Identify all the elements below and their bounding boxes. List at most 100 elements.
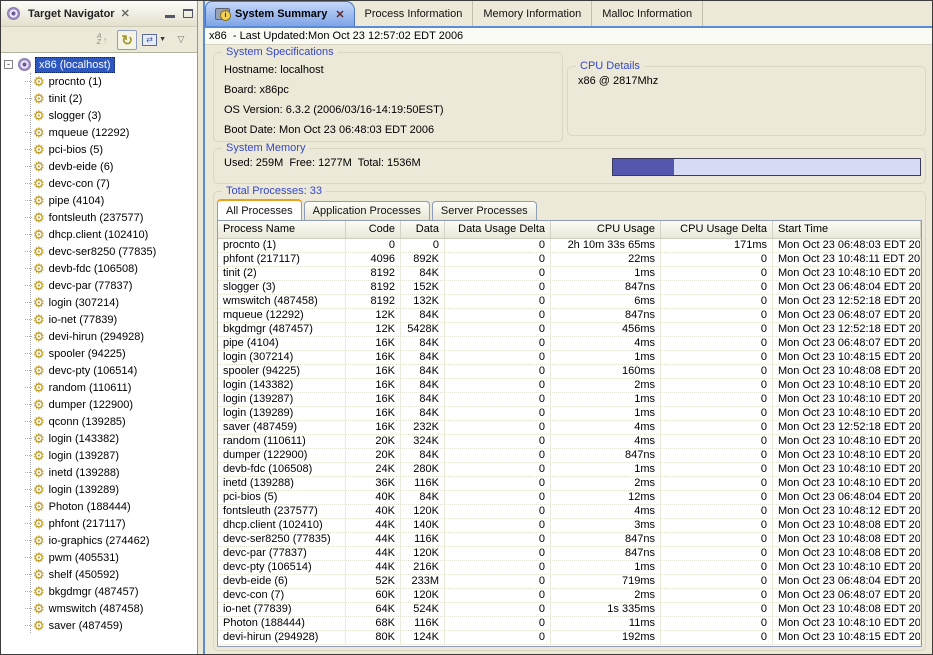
table-row[interactable]: inetd (139288)36K116K02ms0Mon Oct 23 10:… xyxy=(218,477,921,491)
table-cell: 0 xyxy=(661,575,773,588)
table-row[interactable]: devb-fdc (106508)24K280K01ms0Mon Oct 23 … xyxy=(218,463,921,477)
table-row[interactable]: random (110611)20K324K04ms0Mon Oct 23 10… xyxy=(218,435,921,449)
tree-item[interactable]: ⚙pwm (405531) xyxy=(1,549,197,566)
maximize-icon[interactable] xyxy=(183,9,193,18)
sort-button[interactable]: A Z ↑ xyxy=(92,30,112,50)
editor-tab-system-summary[interactable]: System Summary✕ xyxy=(205,1,355,26)
tree-item[interactable]: ⚙login (139287) xyxy=(1,447,197,464)
table-row[interactable]: spooler (94225)16K84K0160ms0Mon Oct 23 1… xyxy=(218,365,921,379)
table-row[interactable]: saver (487459)16K232K04ms0Mon Oct 23 12:… xyxy=(218,421,921,435)
table-cell: 0 xyxy=(661,421,773,434)
tree-item[interactable]: ⚙dumper (122900) xyxy=(1,396,197,413)
column-header[interactable]: CPU Usage Delta xyxy=(661,221,773,238)
table-row[interactable]: procnto (1)0002h 10m 33s 65ms171msMon Oc… xyxy=(218,239,921,253)
table-row[interactable]: slogger (3)8192152K0847ns0Mon Oct 23 06:… xyxy=(218,281,921,295)
table-row[interactable]: bkgdmgr (487457)12K5428K0456ms0Mon Oct 2… xyxy=(218,323,921,337)
tree-item[interactable]: ⚙devc-par (77837) xyxy=(1,277,197,294)
table-row[interactable]: login (143382)16K84K02ms0Mon Oct 23 10:4… xyxy=(218,379,921,393)
table-row[interactable]: phfont (217117)4096892K022ms0Mon Oct 23 … xyxy=(218,253,921,267)
table-row[interactable]: pci-bios (5)40K84K012ms0Mon Oct 23 06:48… xyxy=(218,491,921,505)
tree-item[interactable]: ⚙dhcp.client (102410) xyxy=(1,226,197,243)
table-cell: 0 xyxy=(401,239,445,252)
tree-item[interactable]: ⚙devb-fdc (106508) xyxy=(1,260,197,277)
minimize-icon[interactable] xyxy=(165,10,175,18)
table-row[interactable]: io-net (77839)64K524K01s 335ms0Mon Oct 2… xyxy=(218,603,921,617)
table-row[interactable]: login (139289)16K84K01ms0Mon Oct 23 10:4… xyxy=(218,407,921,421)
tree-item[interactable]: ⚙devc-ser8250 (77835) xyxy=(1,243,197,260)
tree-item[interactable]: ⚙saver (487459) xyxy=(1,617,197,634)
table-cell: 847ns xyxy=(551,533,661,546)
process-tab-application-processes[interactable]: Application Processes xyxy=(304,201,430,220)
column-header[interactable]: CPU Usage xyxy=(551,221,661,238)
tree-item[interactable]: ⚙io-graphics (274462) xyxy=(1,532,197,549)
table-row[interactable]: devc-pty (106514)44K216K01ms0Mon Oct 23 … xyxy=(218,561,921,575)
collapse-expander-icon[interactable]: - xyxy=(4,60,13,69)
column-header[interactable]: Data Usage Delta xyxy=(445,221,551,238)
tree-item[interactable]: ⚙login (139289) xyxy=(1,481,197,498)
column-header[interactable]: Start Time xyxy=(773,221,921,238)
table-row[interactable]: login (307214)16K84K01ms0Mon Oct 23 10:4… xyxy=(218,351,921,365)
table-row[interactable]: wmswitch (487458)8192132K06ms0Mon Oct 23… xyxy=(218,295,921,309)
tree-item-label: procnto (1) xyxy=(49,76,102,88)
table-row[interactable]: devc-ser8250 (77835)44K116K0847ns0Mon Oc… xyxy=(218,533,921,547)
tree-item[interactable]: ⚙login (143382) xyxy=(1,430,197,447)
tree-item[interactable]: ⚙bkgdmgr (487457) xyxy=(1,583,197,600)
editor-tab-memory-information[interactable]: Memory Information xyxy=(473,1,592,26)
process-tab-all-processes[interactable]: All Processes xyxy=(217,199,302,220)
table-row[interactable]: Photon (188444)68K116K011ms0Mon Oct 23 1… xyxy=(218,617,921,631)
table-row[interactable]: tinit (2)819284K01ms0Mon Oct 23 10:48:10… xyxy=(218,267,921,281)
tree-item[interactable]: ⚙pipe (4104) xyxy=(1,192,197,209)
process-tab-label: Application Processes xyxy=(313,205,421,217)
tree-item[interactable]: ⚙io-net (77839) xyxy=(1,311,197,328)
table-row[interactable]: login (139287)16K84K01ms0Mon Oct 23 10:4… xyxy=(218,393,921,407)
table-row[interactable]: devb-eide (6)52K233M0719ms0Mon Oct 23 06… xyxy=(218,575,921,589)
table-row[interactable]: pipe (4104)16K84K04ms0Mon Oct 23 06:48:0… xyxy=(218,337,921,351)
column-header[interactable]: Data xyxy=(401,221,445,238)
table-cell: 116K xyxy=(401,617,445,630)
table-row[interactable]: devi-hirun (294928)80K124K0192ms0Mon Oct… xyxy=(218,631,921,645)
tree-item[interactable]: ⚙pci-bios (5) xyxy=(1,141,197,158)
tree-item[interactable]: ⚙procnto (1) xyxy=(1,73,197,90)
tree-item[interactable]: ⚙random (110611) xyxy=(1,379,197,396)
table-row[interactable]: fontsleuth (237577)40K120K04ms0Mon Oct 2… xyxy=(218,505,921,519)
table-row[interactable]: mqueue (12292)12K84K0847ns0Mon Oct 23 06… xyxy=(218,309,921,323)
tree-item[interactable]: ⚙qconn (139285) xyxy=(1,413,197,430)
process-tab-server-processes[interactable]: Server Processes xyxy=(432,201,537,220)
tree-item[interactable]: ⚙fontsleuth (237577) xyxy=(1,209,197,226)
table-row[interactable]: devc-par (77837)44K120K0847ns0Mon Oct 23… xyxy=(218,547,921,561)
tree-item[interactable]: ⚙Photon (188444) xyxy=(1,498,197,515)
close-icon[interactable]: ✕ xyxy=(121,7,130,20)
tree-item[interactable]: ⚙shelf (450592) xyxy=(1,566,197,583)
switch-target-button[interactable]: ⇄ ▼ xyxy=(142,30,166,50)
column-header[interactable]: Code xyxy=(346,221,401,238)
process-tab-label: All Processes xyxy=(226,205,293,217)
table-cell: Mon Oct 23 10:48:10 EDT 2006 xyxy=(773,477,921,490)
tree-item[interactable]: ⚙devb-eide (6) xyxy=(1,158,197,175)
table-row[interactable]: dumper (122900)20K84K0847ns0Mon Oct 23 1… xyxy=(218,449,921,463)
table-row[interactable]: devc-con (7)60K120K02ms0Mon Oct 23 06:48… xyxy=(218,589,921,603)
column-header[interactable]: Process Name xyxy=(218,221,346,238)
table-cell: devc-pty (106514) xyxy=(218,561,346,574)
close-icon[interactable]: ✕ xyxy=(335,8,344,21)
table-cell: 892K xyxy=(401,253,445,266)
editor-tab-malloc-information[interactable]: Malloc Information xyxy=(592,1,703,26)
table-cell: 120K xyxy=(401,547,445,560)
tree-root-label[interactable]: x86 (localhost) xyxy=(35,57,115,73)
editor-tab-process-information[interactable]: Process Information xyxy=(355,1,474,26)
tree-item[interactable]: ⚙phfont (217117) xyxy=(1,515,197,532)
tree-item[interactable]: ⚙devi-hirun (294928) xyxy=(1,328,197,345)
tree-item[interactable]: ⚙mqueue (12292) xyxy=(1,124,197,141)
view-menu-button[interactable]: ▽ xyxy=(171,30,191,50)
tree-item[interactable]: ⚙tinit (2) xyxy=(1,90,197,107)
tree-item[interactable]: ⚙devc-pty (106514) xyxy=(1,362,197,379)
tree-item[interactable]: ⚙devc-con (7) xyxy=(1,175,197,192)
tree-root-row[interactable]: - x86 (localhost) xyxy=(1,56,197,73)
tree-item[interactable]: ⚙login (307214) xyxy=(1,294,197,311)
tree-item[interactable]: ⚙slogger (3) xyxy=(1,107,197,124)
tree-item[interactable]: ⚙wmswitch (487458) xyxy=(1,600,197,617)
table-row[interactable]: dhcp.client (102410)44K140K03ms0Mon Oct … xyxy=(218,519,921,533)
tree-item[interactable]: ⚙inetd (139288) xyxy=(1,464,197,481)
refresh-button[interactable]: ↻ xyxy=(117,30,137,50)
tree-item[interactable]: ⚙spooler (94225) xyxy=(1,345,197,362)
table-cell: 0 xyxy=(661,435,773,448)
